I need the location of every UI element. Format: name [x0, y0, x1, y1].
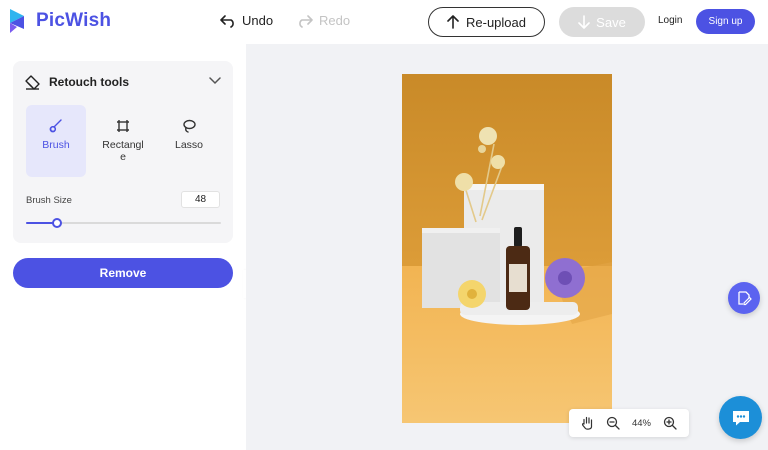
lasso-tool[interactable]: Lasso	[159, 105, 219, 177]
download-icon	[578, 15, 590, 29]
retouch-tools-title: Retouch tools	[49, 75, 129, 89]
save-button[interactable]: Save	[559, 7, 645, 37]
redo-icon	[299, 14, 313, 28]
arrow-up-icon	[447, 15, 459, 29]
logo[interactable]: PicWish	[8, 7, 111, 35]
feedback-button[interactable]	[728, 282, 760, 314]
remove-button[interactable]: Remove	[13, 258, 233, 288]
retouch-tools-card: Retouch tools Brush Rectangl e Lasso Bru…	[13, 61, 233, 243]
retouch-tools-header[interactable]: Retouch tools	[25, 74, 129, 90]
zoom-level: 44%	[631, 417, 651, 429]
product-photo-image	[402, 74, 612, 423]
product-photo[interactable]	[402, 74, 612, 423]
lasso-icon	[183, 119, 196, 133]
brush-icon	[49, 119, 62, 133]
redo-button[interactable]: Redo	[297, 13, 350, 28]
chevron-down-icon[interactable]	[209, 77, 221, 85]
rectangle-icon	[117, 120, 129, 132]
save-label: Save	[596, 14, 626, 30]
zoom-in-icon[interactable]	[663, 416, 677, 430]
brush-size-label: Brush Size	[26, 195, 72, 206]
brush-label: Brush	[42, 139, 70, 151]
undo-label: Undo	[242, 13, 274, 28]
edit-note-icon	[738, 291, 752, 306]
chat-button[interactable]	[719, 396, 762, 439]
rectangle-label: Rectangl e	[102, 139, 144, 163]
left-panel: Retouch tools Brush Rectangl e Lasso Bru…	[0, 44, 246, 450]
brush-size-slider-thumb[interactable]	[52, 218, 63, 228]
zoom-out-icon[interactable]	[606, 416, 620, 430]
eraser-icon	[25, 75, 40, 90]
redo-label: Redo	[319, 13, 351, 28]
brush-size-input[interactable]: 48	[181, 191, 220, 208]
brush-tool[interactable]: Brush	[26, 105, 86, 177]
reupload-button[interactable]: Re-upload	[428, 7, 545, 37]
rectangle-tool[interactable]: Rectangl e	[93, 105, 153, 177]
picwish-logo-icon	[10, 9, 24, 33]
reupload-label: Re-upload	[466, 14, 526, 30]
signup-button[interactable]: Sign up	[696, 9, 755, 34]
undo-icon	[220, 14, 234, 28]
app-name: PicWish	[36, 10, 112, 31]
lasso-label: Lasso	[174, 139, 204, 151]
login-link[interactable]: Login	[658, 15, 682, 26]
brush-size-slider[interactable]	[26, 218, 221, 228]
top-bar: PicWish Undo Redo Re-upload Save Login S…	[0, 0, 768, 44]
zoom-toolbar: 44%	[569, 409, 689, 437]
chat-icon	[732, 410, 749, 425]
undo-button[interactable]: Undo	[220, 13, 273, 28]
hand-pan-icon[interactable]	[581, 416, 594, 430]
